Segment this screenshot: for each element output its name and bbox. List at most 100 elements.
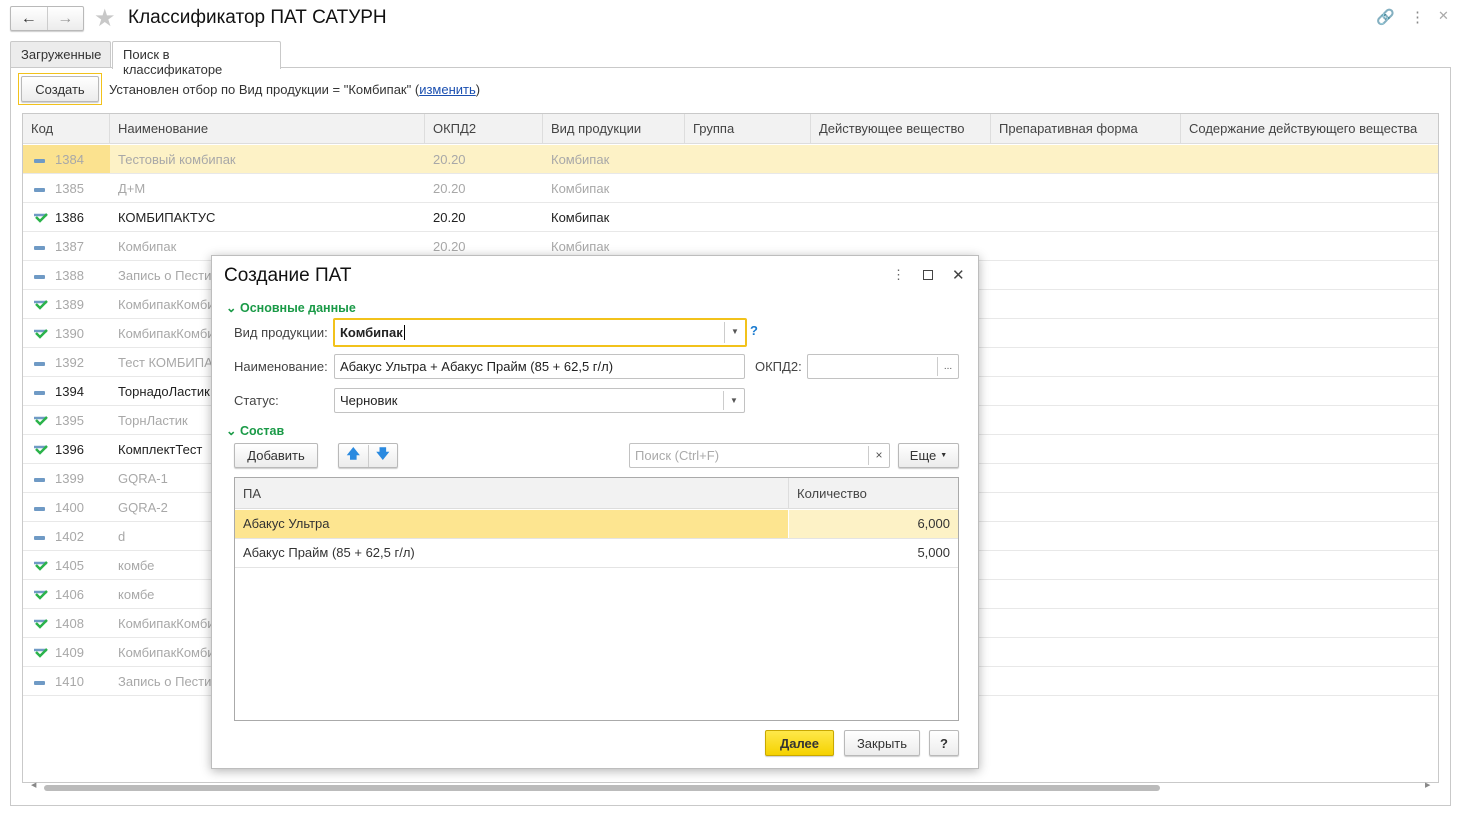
filter-text: Установлен отбор по Вид продукции = "Ком… (109, 82, 420, 97)
minus-icon (33, 676, 47, 686)
okpd-field[interactable]: ... (807, 354, 959, 379)
back-button[interactable]: ← (11, 7, 48, 30)
more-icon[interactable]: ⋮ (1410, 8, 1425, 26)
check-icon (33, 299, 48, 310)
dropdown-icon[interactable]: ▼ (724, 322, 745, 343)
column-header[interactable]: Код (23, 114, 110, 144)
column-header[interactable]: Действующее вещество (811, 114, 991, 144)
add-button[interactable]: Добавить (234, 443, 318, 468)
code-text: 1392 (55, 355, 84, 370)
filter-info: Установлен отбор по Вид продукции = "Ком… (109, 82, 480, 97)
code-cell: 1399 (23, 464, 110, 492)
vid-cell: Комбипак (551, 152, 610, 167)
scroll-right[interactable]: ▶ (1425, 781, 1430, 789)
column-header[interactable]: Группа (685, 114, 811, 144)
vid-field[interactable]: Комбипак ▼ (333, 318, 747, 347)
minus-icon (33, 473, 47, 483)
group-composition[interactable]: ⌄ Состав (226, 423, 284, 438)
okpd-select-button[interactable]: ... (937, 357, 958, 376)
dialog-close-icon[interactable]: ✕ (952, 266, 965, 284)
search-input[interactable]: Поиск (Ctrl+F) × (629, 443, 890, 468)
table-row[interactable]: 1385 Д+М 20.20 Комбипак (23, 174, 1438, 203)
status-value: Черновик (340, 393, 398, 408)
dropdown-icon: ▼ (940, 452, 948, 459)
code-cell: 1386 (23, 203, 110, 231)
more-button[interactable]: Еще ▼ (898, 443, 959, 468)
composition-table: ПА Количество Абакус Ультра 6,000 Абакус… (234, 477, 959, 721)
help-link[interactable]: ? (750, 323, 758, 338)
dropdown-icon[interactable]: ▼ (723, 391, 744, 410)
column-header-qty[interactable]: Количество (789, 478, 958, 509)
tab-search-classifier[interactable]: Поиск в классификаторе (112, 41, 281, 77)
check-icon (33, 415, 48, 426)
qty-cell: 5,000 (917, 545, 950, 560)
name-field[interactable]: Абакус Ультра + Абакус Прайм (85 + 62,5 … (334, 354, 745, 379)
close-button[interactable]: Закрыть (844, 730, 920, 756)
next-button[interactable]: Далее (765, 730, 834, 756)
column-header[interactable]: Препаративная форма (991, 114, 1181, 144)
group-composition-label: Состав (239, 424, 285, 438)
move-up-button[interactable]: 🡅 (339, 444, 369, 467)
dialog-title: Создание ПАТ (224, 265, 352, 286)
name-cell: Тестовый комбипак (118, 152, 236, 167)
check-icon (33, 212, 48, 223)
column-header-pa[interactable]: ПА (235, 478, 789, 509)
name-cell: КОМБИПАКТУС (118, 210, 216, 225)
group-main[interactable]: ⌄ Основные данные (226, 300, 356, 315)
table-row[interactable]: 1386 КОМБИПАКТУС 20.20 Комбипак (23, 203, 1438, 232)
dialog-more-icon[interactable]: ⋮ (892, 267, 905, 283)
minus-icon (33, 154, 47, 164)
column-header[interactable]: ОКПД2 (425, 114, 543, 144)
link-icon[interactable]: 🔗 (1376, 8, 1395, 26)
minus-icon (33, 502, 47, 512)
minus-icon (33, 183, 47, 193)
minus-icon (33, 386, 47, 396)
star-icon[interactable]: ★ (94, 4, 116, 33)
forward-button[interactable]: → (48, 7, 84, 30)
vid-value: Комбипак (340, 325, 403, 340)
status-label: Статус: (234, 393, 279, 408)
scroll-left[interactable]: ◀ (31, 781, 36, 789)
code-cell: 1406 (23, 580, 110, 608)
code-text: 1387 (55, 239, 84, 254)
filter-paren: ) (475, 82, 481, 97)
column-header[interactable]: Наименование (110, 114, 425, 144)
code-text: 1406 (55, 587, 84, 602)
move-buttons: 🡅 🡇 (338, 443, 398, 468)
chevron-down-icon: ⌄ (226, 301, 237, 315)
vid-label: Вид продукции: (234, 325, 328, 340)
maximize-icon[interactable] (923, 270, 933, 280)
minus-icon (33, 531, 47, 541)
okpd-cell: 20.20 (433, 210, 466, 225)
move-down-button[interactable]: 🡇 (369, 445, 398, 467)
name-cell: Д+М (118, 181, 146, 196)
help-button[interactable]: ? (929, 730, 959, 756)
check-icon (33, 589, 48, 600)
code-cell: 1409 (23, 638, 110, 666)
close-icon[interactable]: ✕ (1438, 8, 1449, 24)
code-text: 1408 (55, 616, 84, 631)
code-cell: 1390 (23, 319, 110, 347)
vid-cell: Комбипак (551, 181, 610, 196)
clear-search-icon[interactable]: × (868, 446, 889, 465)
code-text: 1385 (55, 181, 84, 196)
code-cell: 1388 (23, 261, 110, 289)
table-row[interactable]: Абакус Ультра 6,000 (235, 510, 958, 539)
code-text: 1402 (55, 529, 84, 544)
create-button[interactable]: Создать (21, 76, 99, 102)
nav-buttons: ← → (10, 6, 84, 31)
check-icon (33, 444, 48, 455)
qty-cell: 6,000 (789, 510, 958, 538)
column-header[interactable]: Вид продукции (543, 114, 685, 144)
code-cell: 1387 (23, 232, 110, 260)
table-row[interactable]: 1384 Тестовый комбипак 20.20 Комбипак (23, 145, 1438, 174)
code-cell: 1394 (23, 377, 110, 405)
tab-loaded[interactable]: Загруженные (10, 41, 111, 68)
status-field[interactable]: Черновик ▼ (334, 388, 745, 413)
horizontal-scrollbar[interactable] (44, 785, 1160, 791)
change-filter-link[interactable]: изменить (419, 82, 476, 97)
check-icon (33, 560, 48, 571)
column-header[interactable]: Содержание действующего вещества (1181, 114, 1438, 144)
check-icon (33, 328, 48, 339)
table-row[interactable]: Абакус Прайм (85 + 62,5 г/л) 5,000 (235, 539, 958, 568)
